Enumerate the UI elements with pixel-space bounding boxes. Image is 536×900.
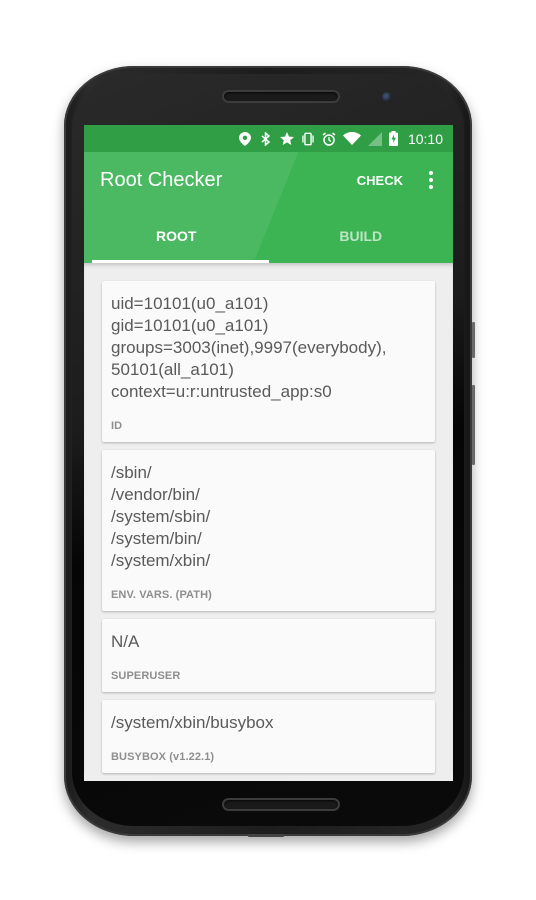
card-value: /sbin/ /vendor/bin/ /system/sbin/ /syste…: [111, 463, 211, 570]
power-button: [472, 322, 475, 358]
tab-bar: ROOT BUILD: [84, 208, 453, 263]
status-clock: 10:10: [407, 130, 443, 147]
card-list[interactable]: uid=10101(u0_a101) gid=10101(u0_a101) gr…: [84, 263, 453, 773]
app-bar: Root Checker CHECK ROOT BUILD: [84, 152, 453, 263]
volume-button: [472, 385, 475, 465]
earpiece-speaker: [222, 90, 340, 103]
card-value: uid=10101(u0_a101) gid=10101(u0_a101) gr…: [111, 294, 387, 401]
location-icon: [238, 131, 252, 146]
card-busybox: /system/xbin/busybox BUSYBOX (v1.22.1): [102, 700, 435, 773]
tab-root[interactable]: ROOT: [84, 208, 269, 263]
check-button[interactable]: CHECK: [357, 173, 403, 188]
tab-build[interactable]: BUILD: [269, 208, 454, 263]
vibrate-icon: [301, 132, 315, 146]
card-label: ID: [111, 420, 123, 432]
status-bar: 10:10: [84, 125, 453, 152]
front-camera: [382, 92, 392, 102]
wifi-icon: [342, 132, 361, 146]
tab-root-label: ROOT: [156, 227, 197, 244]
app-title: Root Checker: [100, 168, 223, 191]
more-vert-icon[interactable]: [421, 168, 441, 192]
battery-charging-icon: [389, 131, 399, 146]
card-superuser: N/A SUPERUSER: [102, 619, 435, 692]
usb-port: [248, 834, 284, 837]
bottom-speaker: [222, 798, 340, 811]
tab-build-label: BUILD: [339, 227, 383, 244]
card-env-path: /sbin/ /vendor/bin/ /system/sbin/ /syste…: [102, 450, 435, 611]
card-id: uid=10101(u0_a101) gid=10101(u0_a101) gr…: [102, 281, 435, 442]
card-label: SUPERUSER: [111, 670, 181, 682]
star-icon: [279, 131, 294, 146]
screen: 10:10 Root Checker CHECK ROOT BUILD uid=…: [84, 125, 453, 781]
card-value: /system/xbin/busybox: [111, 713, 274, 732]
card-label: ENV. VARS. (PATH): [111, 589, 212, 601]
alarm-icon: [322, 131, 336, 146]
bluetooth-icon: [259, 131, 273, 146]
card-label: BUSYBOX (v1.22.1): [111, 751, 215, 763]
toolbar: Root Checker CHECK: [84, 152, 453, 208]
cell-signal-icon: [367, 131, 382, 146]
card-value: N/A: [111, 632, 140, 651]
